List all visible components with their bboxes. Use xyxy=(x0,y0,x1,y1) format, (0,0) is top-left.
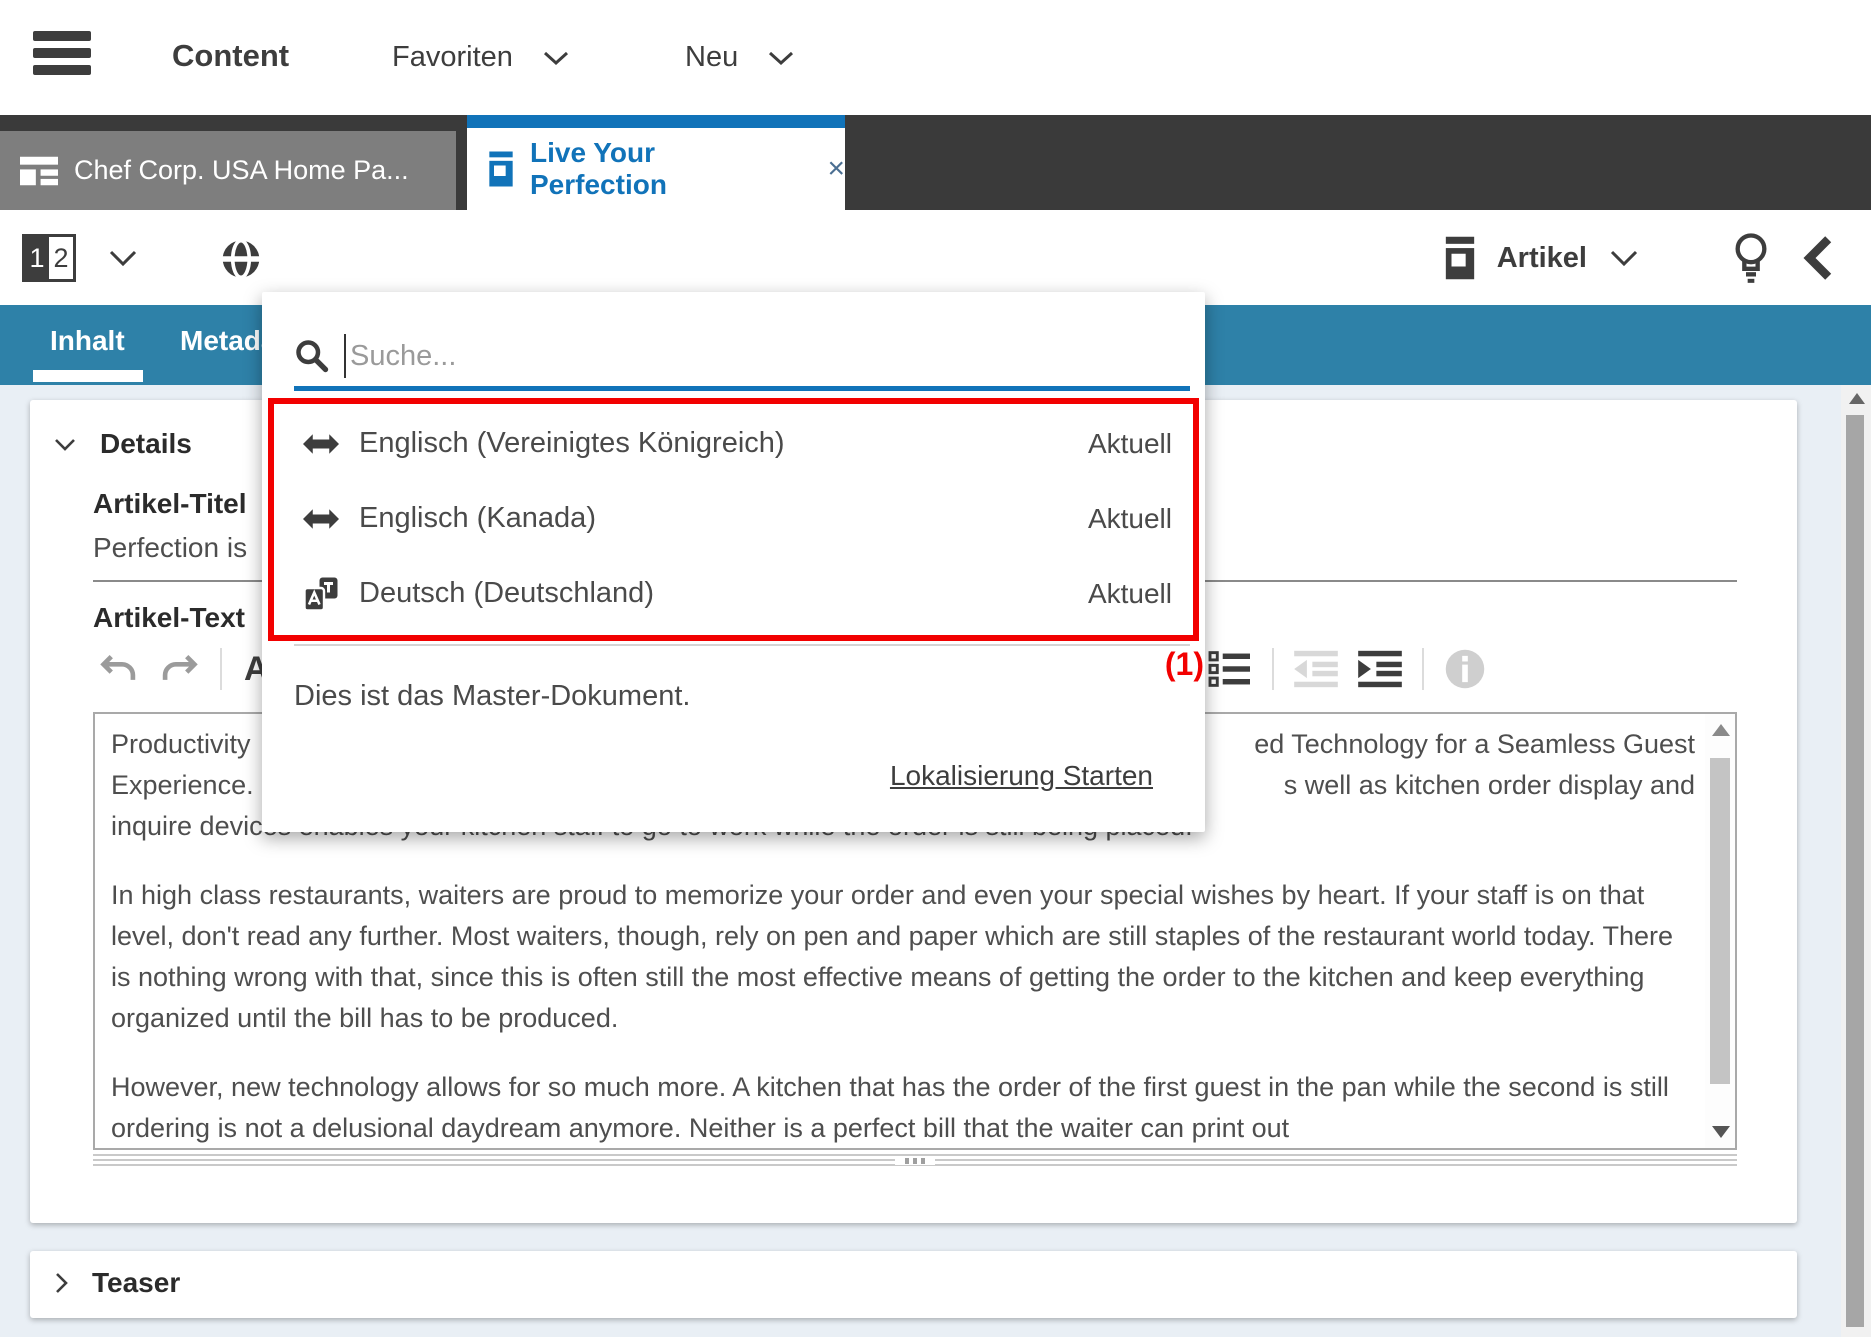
tab-inhalt[interactable]: Inhalt xyxy=(50,325,125,357)
locale-item-label: Englisch (Vereinigtes Königreich) xyxy=(359,427,785,460)
new-menu-label: Neu xyxy=(685,41,738,74)
toolbar-separator xyxy=(220,648,222,690)
chevron-expanded-icon xyxy=(52,435,78,453)
editor-resize-handle[interactable] xyxy=(93,1154,1737,1166)
chevron-down-icon xyxy=(541,48,571,68)
locale-item-status: Aktuell xyxy=(1088,428,1172,460)
document-tab-bar: Chef Corp. USA Home Pa... Live Your Perf… xyxy=(0,115,1871,210)
paragraph-2: In high class restaurants, waiters are p… xyxy=(111,875,1695,1039)
toolbar-separator xyxy=(1422,648,1424,690)
locale-item-status: Aktuell xyxy=(1088,578,1172,610)
locale-dropdown-panel: Englisch (Vereinigtes Königreich) Aktuel… xyxy=(262,292,1205,832)
chevron-collapsed-icon xyxy=(52,1270,70,1296)
locale-item-label: Englisch (Kanada) xyxy=(359,502,596,535)
details-section-header[interactable]: Details xyxy=(52,428,192,460)
page-layout-icon xyxy=(20,155,58,187)
scroll-up-icon[interactable] xyxy=(1849,393,1865,404)
active-tab-indicator xyxy=(33,370,143,382)
article-icon xyxy=(487,151,515,187)
search-focus-underline xyxy=(294,386,1190,391)
toolbar-separator xyxy=(1272,648,1274,690)
tab-live-your-perfection[interactable]: Live Your Perfection × xyxy=(467,115,845,210)
tab-label: Chef Corp. USA Home Pa... xyxy=(74,155,409,186)
locale-item-label: Deutsch (Deutschland) xyxy=(359,577,654,610)
paragraph-1-line-2-left: Experience. xyxy=(111,765,254,806)
translate-icon xyxy=(303,576,339,612)
scroll-down-icon[interactable] xyxy=(1712,1126,1730,1138)
scroll-up-icon[interactable] xyxy=(1712,724,1730,736)
document-toolbar: 1 2 Englisch (Vereinigte Staaten) xyxy=(0,210,1871,305)
chevron-down-icon[interactable] xyxy=(106,246,140,270)
sync-arrows-icon xyxy=(303,431,339,457)
chevron-down-icon xyxy=(1607,246,1641,270)
panel-divider xyxy=(294,644,1190,646)
globe-icon[interactable] xyxy=(219,237,263,281)
editor-scrollbar[interactable] xyxy=(1705,714,1735,1148)
locale-item-german-germany[interactable]: Deutsch (Deutschland) Aktuell xyxy=(303,556,1172,631)
redo-icon[interactable] xyxy=(160,652,198,686)
article-icon xyxy=(1443,236,1477,280)
paragraph-3: However, new technology allows for so mu… xyxy=(111,1067,1695,1149)
bullet-list-icon[interactable] xyxy=(1208,649,1252,689)
version-digit-right: 2 xyxy=(49,237,73,279)
paragraph-1-line-1-right: ed Technology for a Seamless Guest xyxy=(1254,724,1695,765)
locale-item-english-canada[interactable]: Englisch (Kanada) Aktuell xyxy=(303,481,1172,556)
article-title-label: Artikel-Titel xyxy=(93,488,247,520)
page-scrollbar[interactable] xyxy=(1841,385,1871,1337)
tab-chef-corp-home-page[interactable]: Chef Corp. USA Home Pa... xyxy=(0,131,456,210)
search-icon xyxy=(294,338,330,374)
top-app-bar: Content Favoriten Neu xyxy=(0,0,1871,115)
close-tab-icon[interactable]: × xyxy=(827,154,845,184)
document-toolbar-right: Artikel xyxy=(1443,232,1835,284)
info-icon[interactable] xyxy=(1444,648,1486,690)
indent-icon[interactable] xyxy=(1358,649,1402,689)
sync-arrows-icon xyxy=(303,506,339,532)
locale-search-input[interactable] xyxy=(344,334,1189,378)
locale-item-english-uk[interactable]: Englisch (Vereinigtes Königreich) Aktuel… xyxy=(303,406,1172,481)
undo-icon[interactable] xyxy=(100,652,138,686)
locale-item-status: Aktuell xyxy=(1088,503,1172,535)
version-digit-left: 1 xyxy=(25,237,49,279)
app-title: Content xyxy=(172,38,289,74)
editor-scrollbar-thumb[interactable] xyxy=(1710,758,1730,1084)
resize-grip-icon xyxy=(895,1156,935,1165)
paragraph-1-line-1-left: Productivity xyxy=(111,724,251,765)
new-menu[interactable]: Neu xyxy=(685,41,796,74)
hamburger-menu-icon[interactable] xyxy=(33,31,91,83)
chevron-down-icon xyxy=(766,48,796,68)
lightbulb-icon[interactable] xyxy=(1731,232,1771,284)
locale-search-row xyxy=(294,330,1189,382)
richtext-toolbar-left: AA xyxy=(100,644,281,694)
richtext-toolbar-right xyxy=(1208,644,1486,694)
article-text-label: Artikel-Text xyxy=(93,602,245,634)
studio-window: Content Favoriten Neu Che xyxy=(0,0,1871,1337)
tab-label: Live Your Perfection xyxy=(530,137,798,201)
version-badge[interactable]: 1 2 xyxy=(22,234,76,282)
master-document-note: Dies ist das Master-Dokument. xyxy=(294,680,690,713)
teaser-section-title: Teaser xyxy=(92,1267,180,1299)
favorites-menu-label: Favoriten xyxy=(392,41,513,74)
content-type-label: Artikel xyxy=(1497,242,1587,275)
content-type-selector[interactable]: Artikel xyxy=(1443,236,1641,280)
paragraph-1-line-2-right: s well as kitchen order display and xyxy=(1284,765,1695,806)
step-annotation-1: (1) xyxy=(1138,646,1204,683)
collapse-panel-icon[interactable] xyxy=(1801,234,1835,282)
page-scrollbar-thumb[interactable] xyxy=(1846,415,1864,1327)
teaser-section-header[interactable]: Teaser xyxy=(52,1267,180,1299)
start-localization-link[interactable]: Lokalisierung Starten xyxy=(890,760,1153,792)
outdent-icon[interactable] xyxy=(1294,649,1338,689)
details-section-title: Details xyxy=(100,428,192,460)
favorites-menu[interactable]: Favoriten xyxy=(392,41,571,74)
teaser-section-card: Teaser xyxy=(30,1251,1797,1318)
